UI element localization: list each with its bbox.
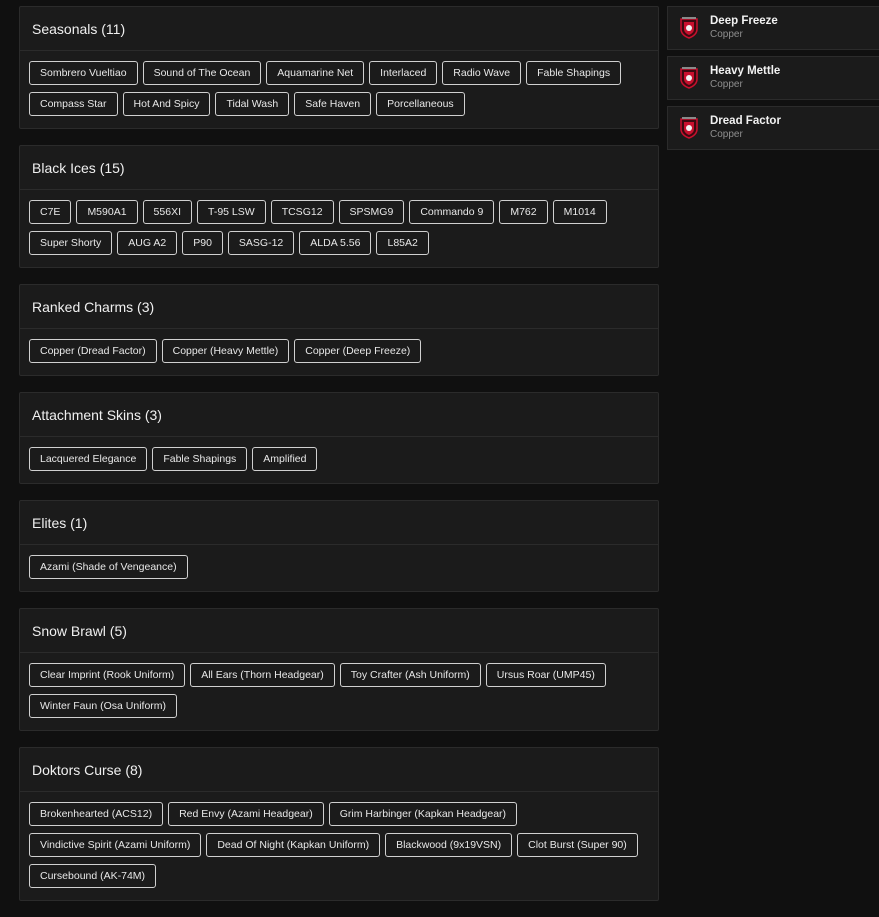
charm-sidebar: Deep Freeze Copper Heavy Mettle Copper Dread… — [667, 6, 879, 156]
item-chip[interactable]: C7E — [29, 200, 72, 224]
item-chip[interactable]: Amplified — [252, 447, 318, 471]
item-chip[interactable]: Dead Of Night (Kapkan Uniform) — [206, 833, 381, 857]
item-chip[interactable]: L85A2 — [376, 231, 429, 255]
item-chip[interactable]: SASG-12 — [227, 231, 295, 255]
copper-rank-charm-icon — [678, 66, 700, 90]
category-snow-brawl: Snow Brawl (5) Clear Imprint (Rook Unifor… — [19, 608, 659, 731]
item-chip[interactable]: Vindictive Spirit (Azami Uniform) — [29, 833, 202, 857]
charm-rank: Copper — [710, 78, 743, 90]
charm-text: Heavy Mettle Copper — [710, 65, 780, 91]
item-chip[interactable]: T-95 LSW — [197, 200, 266, 224]
item-chip[interactable]: Fable Shapings — [526, 61, 622, 85]
category-items: Lacquered Elegance Fable Shapings Amplifie… — [20, 437, 658, 483]
item-chip[interactable]: Porcellaneous — [376, 92, 465, 116]
charm-card-deep-freeze[interactable]: Deep Freeze Copper — [667, 6, 879, 50]
item-chip[interactable]: Sombrero Vueltiao — [29, 61, 138, 85]
item-chip[interactable]: Interlaced — [369, 61, 438, 85]
item-chip[interactable]: Brokenhearted (ACS12) — [29, 802, 164, 826]
category-title: Ranked Charms (3) — [20, 285, 658, 329]
item-chip[interactable]: Copper (Dread Factor) — [29, 339, 157, 363]
category-items: Brokenhearted (ACS12) Red Envy (Azami Hea… — [20, 792, 658, 900]
item-chip[interactable]: Tidal Wash — [215, 92, 290, 116]
item-chip[interactable]: All Ears (Thorn Headgear) — [190, 663, 335, 687]
charm-text: Deep Freeze Copper — [710, 15, 778, 41]
charm-rank: Copper — [710, 128, 743, 140]
category-doktors-curse: Doktors Curse (8) Brokenhearted (ACS12) Re… — [19, 747, 659, 901]
item-chip[interactable]: Fable Shapings — [152, 447, 248, 471]
item-chip[interactable]: ALDA 5.56 — [299, 231, 372, 255]
item-chip[interactable]: AUG A2 — [117, 231, 178, 255]
category-attachment-skins: Attachment Skins (3) Lacquered Elegance Fa… — [19, 392, 659, 484]
item-chip[interactable]: Copper (Heavy Mettle) — [161, 339, 290, 363]
item-chip[interactable]: Lacquered Elegance — [29, 447, 148, 471]
item-chip[interactable]: Aquamarine Net — [266, 61, 365, 85]
item-chip[interactable]: Toy Crafter (Ash Uniform) — [339, 663, 481, 687]
category-black-ices: Black Ices (15) C7E M590A1 556XI T-95 LSW TCS… — [19, 145, 659, 268]
category-items: C7E M590A1 556XI T-95 LSW TCSG12 SPSMG9 Comman… — [20, 190, 658, 267]
category-items: Clear Imprint (Rook Uniform) All Ears (Th… — [20, 653, 658, 730]
copper-rank-charm-icon — [678, 16, 700, 40]
category-items: Sombrero Vueltiao Sound of The Ocean Aquam… — [20, 51, 658, 128]
item-chip[interactable]: Hot And Spicy — [122, 92, 211, 116]
item-chip[interactable]: Winter Faun (Osa Uniform) — [29, 694, 178, 718]
category-ranked-charms: Ranked Charms (3) Copper (Dread Factor) Co… — [19, 284, 659, 376]
item-chip[interactable]: Compass Star — [29, 92, 118, 116]
charm-text: Dread Factor Copper — [710, 115, 781, 141]
item-chip[interactable]: SPSMG9 — [338, 200, 405, 224]
item-chip[interactable]: 556XI — [142, 200, 192, 224]
item-chip[interactable]: Safe Haven — [294, 92, 372, 116]
category-items: Azami (Shade of Vengeance) — [20, 545, 658, 591]
item-chip[interactable]: Super Shorty — [29, 231, 113, 255]
category-list: Seasonals (11) Sombrero Vueltiao Sound of … — [19, 6, 659, 917]
category-title: Seasonals (11) — [20, 7, 658, 51]
item-chip[interactable]: Azami (Shade of Vengeance) — [29, 555, 188, 579]
charm-name: Dread Factor — [710, 115, 781, 128]
charm-name: Deep Freeze — [710, 15, 778, 28]
charm-name: Heavy Mettle — [710, 65, 781, 78]
item-chip[interactable]: M762 — [499, 200, 548, 224]
category-title: Elites (1) — [20, 501, 658, 545]
item-chip[interactable]: Blackwood (9x19VSN) — [385, 833, 513, 857]
category-title: Attachment Skins (3) — [20, 393, 658, 437]
item-chip[interactable]: M590A1 — [76, 200, 138, 224]
item-chip[interactable]: Commando 9 — [409, 200, 495, 224]
charm-card-heavy-mettle[interactable]: Heavy Mettle Copper — [667, 56, 879, 100]
category-title: Snow Brawl (5) — [20, 609, 658, 653]
item-chip[interactable]: Sound of The Ocean — [142, 61, 262, 85]
category-elites: Elites (1) Azami (Shade of Vengeance) — [19, 500, 659, 592]
copper-rank-charm-icon — [678, 116, 700, 140]
category-seasonals: Seasonals (11) Sombrero Vueltiao Sound of … — [19, 6, 659, 129]
item-chip[interactable]: Grim Harbinger (Kapkan Headgear) — [328, 802, 518, 826]
item-chip[interactable]: Clot Burst (Super 90) — [517, 833, 638, 857]
category-title: Black Ices (15) — [20, 146, 658, 190]
charm-card-dread-factor[interactable]: Dread Factor Copper — [667, 106, 879, 150]
category-title: Doktors Curse (8) — [20, 748, 658, 792]
item-chip[interactable]: P90 — [182, 231, 223, 255]
item-chip[interactable]: M1014 — [552, 200, 607, 224]
category-items: Copper (Dread Factor) Copper (Heavy Mettl… — [20, 329, 658, 375]
item-chip[interactable]: Ursus Roar (UMP45) — [485, 663, 606, 687]
item-chip[interactable]: Red Envy (Azami Headgear) — [168, 802, 324, 826]
item-chip[interactable]: Radio Wave — [442, 61, 522, 85]
item-chip[interactable]: Cursebound (AK-74M) — [29, 864, 157, 888]
item-chip[interactable]: Clear Imprint (Rook Uniform) — [29, 663, 186, 687]
item-chip[interactable]: Copper (Deep Freeze) — [294, 339, 422, 363]
charm-rank: Copper — [710, 28, 743, 40]
item-chip[interactable]: TCSG12 — [270, 200, 334, 224]
